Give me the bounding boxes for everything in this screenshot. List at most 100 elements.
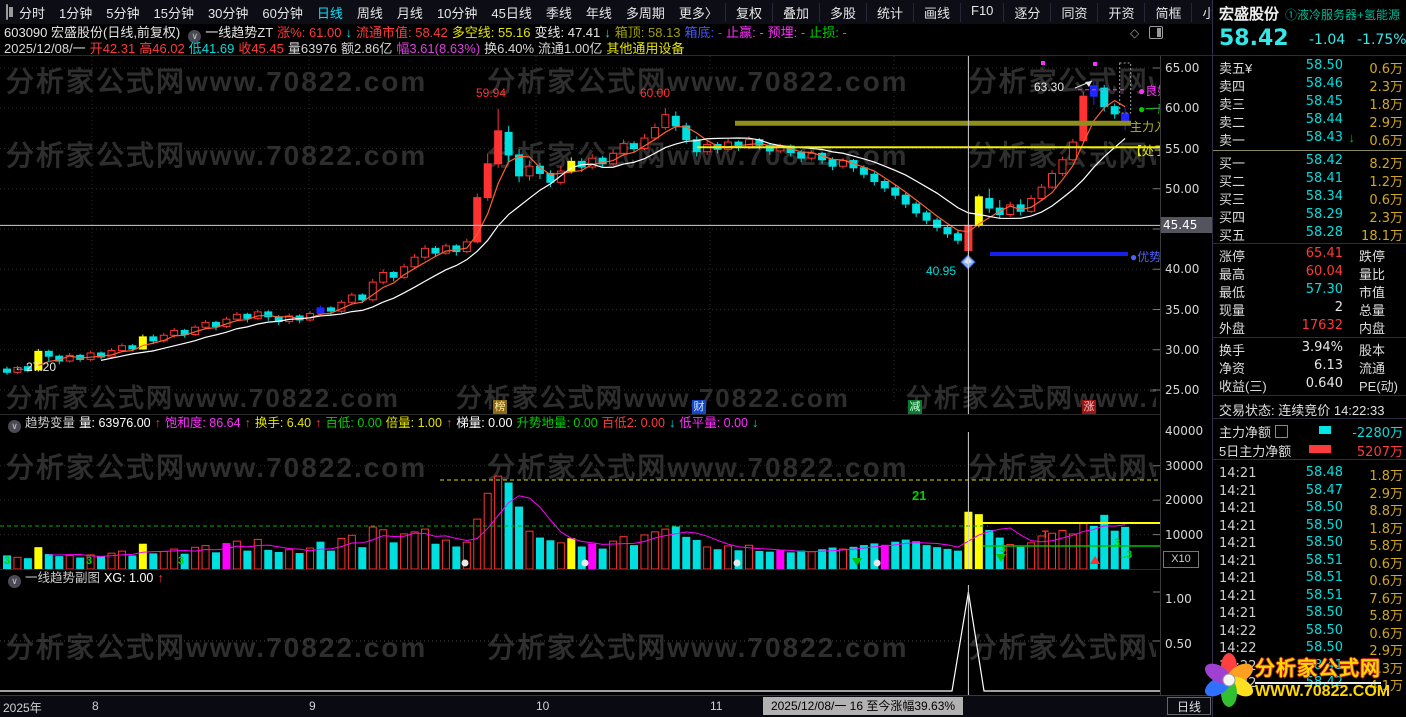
info-seg: 趋势变量 (25, 416, 76, 430)
tick-row: 14:21 58.47 2.9万 (1219, 482, 1403, 502)
price-change: -1.04 (1309, 32, 1346, 48)
orderbook-row[interactable]: 卖四 58.46 2.3万 (1219, 76, 1405, 95)
info-seg: 预埋: - (767, 25, 806, 40)
concept-tag[interactable]: ①液冷服务器+氢能源 (1285, 6, 1400, 23)
orderbook-row[interactable]: 买五 58.28 18.1万 (1219, 225, 1405, 244)
menu-item-复权[interactable]: 复权 (724, 2, 772, 22)
collapse-icon[interactable]: ∨ (8, 420, 21, 433)
crosshair-date-label: 2025/12/08/一 16 至今涨幅39.63% (763, 697, 963, 715)
tick-row: 14:21 58.51 0.6万 (1219, 570, 1403, 589)
menu-item-5分钟[interactable]: 5分钟 (99, 3, 146, 22)
menu-item-季线[interactable]: 季线 (539, 3, 579, 22)
menu-item-15分钟[interactable]: 15分钟 (146, 3, 200, 22)
info-seg: ↑ (445, 416, 453, 430)
fund-swatch (1309, 445, 1331, 453)
orderbook-row[interactable]: 买一 58.42 8.2万 (1219, 153, 1405, 172)
event-marker-涨[interactable]: 涨 (1082, 400, 1096, 415)
chart-annotation: ←27.20 (14, 360, 56, 374)
diamond-icon[interactable]: ◇ (1130, 26, 1139, 40)
tick-row: 14:21 58.50 1.8万 (1219, 517, 1403, 537)
info-seg: 一线趋势副图 (25, 571, 101, 585)
menu-item-更多〉[interactable]: 更多〉 (672, 3, 725, 22)
menu-item-分时[interactable]: 分时 (12, 3, 52, 22)
info-seg: ↑ (315, 416, 322, 430)
volume-chart[interactable]: 3 3 33 3..3T21 (0, 432, 1160, 570)
window-toggle-icon[interactable] (6, 4, 13, 20)
subchart-header: ∨ 一线趋势副图 XG: 1.00 ↑ (4, 570, 1154, 588)
volume-scale-box: X10 (1163, 551, 1199, 568)
info-seg: 梯量: 0.00 (456, 416, 513, 430)
menu-item-日线[interactable]: 日线 (310, 3, 350, 22)
collapse-icon[interactable]: ∨ (8, 575, 21, 588)
volume-axis-label: 40000 (1165, 424, 1204, 439)
menu-item-年线[interactable]: 年线 (579, 3, 619, 22)
indicator-subchart[interactable] (0, 585, 1160, 695)
time-axis-label: 9 (309, 699, 316, 713)
menu-item-60分钟[interactable]: 60分钟 (255, 3, 309, 22)
period-menu: 分时 1分钟 5分钟 15分钟 30分钟 60分钟 日线 周线 月线 10分钟 45日线 季线 年线 多周… (12, 3, 725, 22)
info-seg: ↓ (345, 25, 352, 40)
panel-toggle-icon[interactable] (1149, 26, 1164, 39)
menu-item-同资[interactable]: 同资 (1050, 2, 1097, 22)
info-seg: 箱底: - (684, 25, 723, 40)
orderbook-row[interactable]: 卖二 58.44 2.9万 (1219, 112, 1405, 131)
menu-item-统计[interactable]: 统计 (865, 2, 913, 22)
svg-text:T: T (1042, 529, 1049, 541)
svg-text:21: 21 (912, 488, 926, 503)
top-menubar: 分时 1分钟 5分钟 15分钟 30分钟 60分钟 日线 周线 月线 10分钟 45日线 季线 年线 多周… (0, 0, 1377, 24)
quote-panel: 宏盛股份 ①液冷服务器+氢能源 58.42 -1.04 -1.75% 卖五¥ 58… (1212, 0, 1406, 717)
orderbook-row[interactable]: 卖三 58.45 1.8万 (1219, 94, 1405, 113)
menu-item-1分钟[interactable]: 1分钟 (52, 3, 99, 22)
stat-row: 最低 57.30 市值 (1219, 282, 1386, 300)
menu-item-画线[interactable]: 画线 (913, 2, 960, 22)
info-seg: 涨%: 61.00 (277, 25, 342, 40)
menu-item-周线[interactable]: 周线 (350, 3, 390, 22)
event-marker-榜[interactable]: 榜 (493, 400, 507, 415)
time-axis-label: 2025年 (3, 701, 42, 715)
orderbook-row[interactable]: 买四 58.29 2.3万 (1219, 207, 1405, 226)
event-marker-减[interactable]: 减 (908, 400, 922, 415)
list-icon[interactable] (1275, 425, 1289, 438)
menu-item-多股[interactable]: 多股 (818, 2, 866, 22)
menu-item-30分钟[interactable]: 30分钟 (201, 3, 255, 22)
chart-annotation: 63.30 (1034, 80, 1064, 94)
main-candle-chart[interactable]: ↑↑59.9460.0063.3040.95←27.20●良好●一般主力入【处于… (0, 56, 1160, 415)
tick-row: 14:21 58.48 1.8万 (1219, 465, 1403, 484)
price-axis-label: 60.00 (1165, 101, 1200, 116)
stat-row: 现量 2 总量 (1219, 300, 1386, 318)
stat-row: 外盘 17632 内盘 (1219, 318, 1386, 336)
menu-item-多周期[interactable]: 多周期 (619, 3, 672, 22)
orderbook-row[interactable]: 买二 58.41 1.2万 (1219, 171, 1405, 190)
chart-annotation: ●良好 (1138, 83, 1160, 98)
menu-item-开资[interactable]: 开资 (1097, 2, 1144, 22)
info-seg: 变线: 47.41 (534, 25, 601, 40)
orderbook-row[interactable]: 卖一 58.43 ↓ 0.6万 (1219, 130, 1405, 149)
chart-annotation: 60.00 (640, 86, 670, 100)
orderbook-row[interactable]: 买三 58.34 0.6万 (1219, 189, 1405, 208)
info-seg: 百低: 0.00 (325, 416, 382, 430)
tick-row: 14:21 58.50 5.8万 (1219, 535, 1403, 554)
price-axis-label: 30.00 (1165, 342, 1200, 357)
info-seg: 换6.40% (484, 41, 535, 56)
volume-axis-label: 10000 (1165, 527, 1204, 542)
menu-item-10分钟[interactable]: 10分钟 (430, 3, 484, 22)
fund-swatch (1319, 426, 1331, 434)
info-seg: 低平量: 0.00 (679, 416, 749, 430)
watermark-title: 分析家公式网 (1255, 652, 1381, 684)
menu-item-逐分[interactable]: 逐分 (1003, 2, 1050, 22)
price-axis-label: 50.00 (1165, 181, 1200, 196)
menu-item-月线[interactable]: 月线 (390, 3, 430, 22)
menu-item-F10[interactable]: F10 (960, 2, 1003, 22)
menu-item-叠加[interactable]: 叠加 (771, 2, 819, 22)
orderbook-row[interactable]: 卖五¥ 58.50 0.6万 (1219, 58, 1405, 77)
price-axis-label: 40.00 (1165, 262, 1200, 277)
tick-row: 14:22 58.50 0.6万 (1219, 622, 1403, 642)
trading-terminal: 分时 1分钟 5分钟 15分钟 30分钟 60分钟 日线 周线 月线 10分钟 45日线 季线 年线 多周… (0, 0, 1406, 717)
menu-item-45日线[interactable]: 45日线 (484, 3, 538, 22)
info-seg: 2025/12/08/一 (4, 41, 86, 56)
panel-stock-name[interactable]: 宏盛股份 (1219, 3, 1279, 24)
menu-item-简框[interactable]: 简框 (1144, 2, 1191, 22)
event-marker-财[interactable]: 财 (692, 400, 706, 415)
info-seg: XG: 1.00 (104, 571, 154, 585)
info-seg: 流通市值: 58.42 (355, 25, 448, 40)
